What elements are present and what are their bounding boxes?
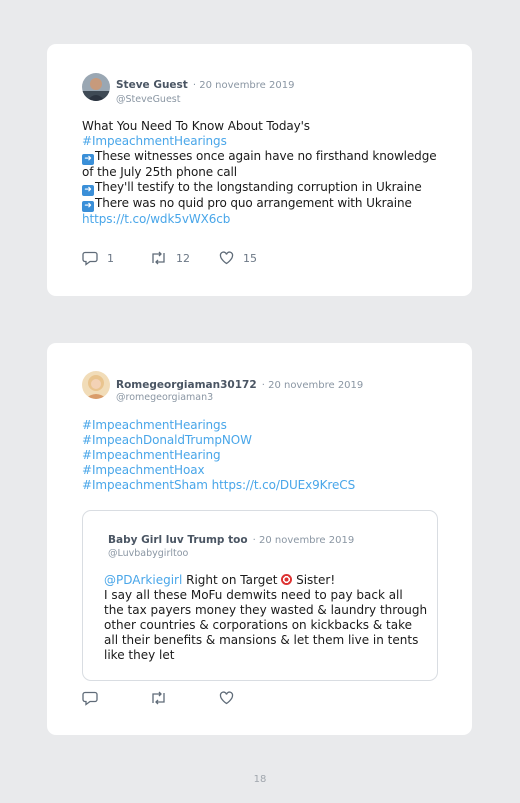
retweet-count: 12: [176, 251, 190, 265]
tweet-line: @PDArkiegirl Right on Target Sister!: [104, 573, 336, 587]
reply-icon: [82, 691, 98, 706]
tweet-line: the tax payers money they wasted & laund…: [104, 603, 428, 617]
tweet-card-romegeorgiaman: Romegeorgiaman30172 · 20 novembre 2019 @…: [47, 343, 472, 735]
hashtag-link[interactable]: #ImpeachmentHoax: [82, 463, 355, 478]
user-name[interactable]: Romegeorgiaman30172: [116, 379, 257, 391]
reply-button[interactable]: 1: [82, 251, 114, 266]
heart-icon: [219, 251, 234, 265]
mention-link[interactable]: @PDArkiegirl: [104, 573, 182, 587]
hashtag-link[interactable]: #ImpeachmentHearings: [82, 134, 437, 149]
tweet-line: I say all these MoFu demwits need to pay…: [104, 588, 403, 602]
reply-button[interactable]: [82, 691, 98, 706]
tweet-header: Steve Guest · 20 novembre 2019 @SteveGue…: [116, 73, 294, 105]
retweet-button[interactable]: [150, 691, 167, 705]
hashtag-link[interactable]: #ImpeachmentHearings: [82, 418, 355, 433]
quoted-tweet-date[interactable]: · 20 novembre 2019: [253, 535, 355, 546]
retweet-icon: [152, 251, 165, 265]
arrow-right-icon: ➜: [82, 185, 94, 196]
tweet-line: ➜ They'll testify to the longstanding cor…: [82, 180, 437, 196]
tweet-line: of the July 25th phone call: [82, 165, 237, 179]
tweet-date[interactable]: · 20 novembre 2019: [193, 80, 295, 91]
tweet-line: #ImpeachmentSham https://t.co/DUEx9KreCS: [82, 478, 355, 493]
user-name[interactable]: Steve Guest: [116, 79, 188, 91]
quoted-user-handle[interactable]: @Luvbabygirltoo: [108, 548, 354, 559]
retweet-button[interactable]: 12: [150, 251, 190, 265]
tweet-text: What You Need To Know About Today's #Imp…: [82, 119, 437, 227]
hashtag-link[interactable]: #ImpeachDonaldTrumpNOW: [82, 433, 355, 448]
retweet-icon: [152, 691, 165, 705]
tweet-card-steve-guest: Steve Guest · 20 novembre 2019 @SteveGue…: [47, 44, 472, 296]
tweet-link[interactable]: https://t.co/DUEx9KreCS: [212, 478, 356, 492]
like-button[interactable]: 15: [219, 251, 257, 265]
tweet-line: other countries & corporations on kickba…: [104, 618, 413, 632]
tweet-link[interactable]: https://t.co/wdk5vWX6cb: [82, 212, 437, 227]
avatar[interactable]: [82, 371, 110, 399]
page-number: 18: [253, 774, 267, 785]
quoted-tweet[interactable]: Baby Girl luv Trump too · 20 novembre 20…: [82, 510, 438, 681]
like-count: 15: [243, 251, 257, 265]
tweet-date[interactable]: · 20 novembre 2019: [262, 380, 364, 391]
tweet-line: like they let: [104, 648, 175, 662]
tweet-line: What You Need To Know About Today's: [82, 119, 310, 133]
heart-icon: [219, 691, 234, 705]
reply-count: 1: [107, 252, 114, 265]
arrow-right-icon: ➜: [82, 154, 94, 165]
arrow-right-icon: ➜: [82, 201, 94, 212]
quoted-tweet-header: Baby Girl luv Trump too · 20 novembre 20…: [108, 528, 354, 559]
quoted-user-name[interactable]: Baby Girl luv Trump too: [108, 534, 248, 546]
hashtag-link[interactable]: #ImpeachmentSham: [82, 478, 208, 492]
tweet-line: all their benefits & mansions & let them…: [104, 633, 419, 647]
tweet-header: Romegeorgiaman30172 · 20 novembre 2019 @…: [116, 373, 363, 403]
quoted-tweet-text: @PDArkiegirl Right on Target Sister! I s…: [104, 573, 427, 663]
avatar[interactable]: [82, 73, 110, 101]
tweet-line: ➜ There was no quid pro quo arrangement w…: [82, 196, 437, 212]
tweet-line: ➜ These witnesses once again have no firs…: [82, 149, 437, 165]
user-handle[interactable]: @romegeorgiaman3: [116, 392, 363, 403]
reply-icon: [82, 251, 98, 266]
target-emoji-icon: [281, 574, 293, 585]
like-button[interactable]: [219, 691, 234, 705]
user-handle[interactable]: @SteveGuest: [116, 94, 294, 105]
hashtag-link[interactable]: #ImpeachmentHearing: [82, 448, 355, 463]
tweet-text: #ImpeachmentHearings #ImpeachDonaldTrump…: [82, 418, 355, 493]
